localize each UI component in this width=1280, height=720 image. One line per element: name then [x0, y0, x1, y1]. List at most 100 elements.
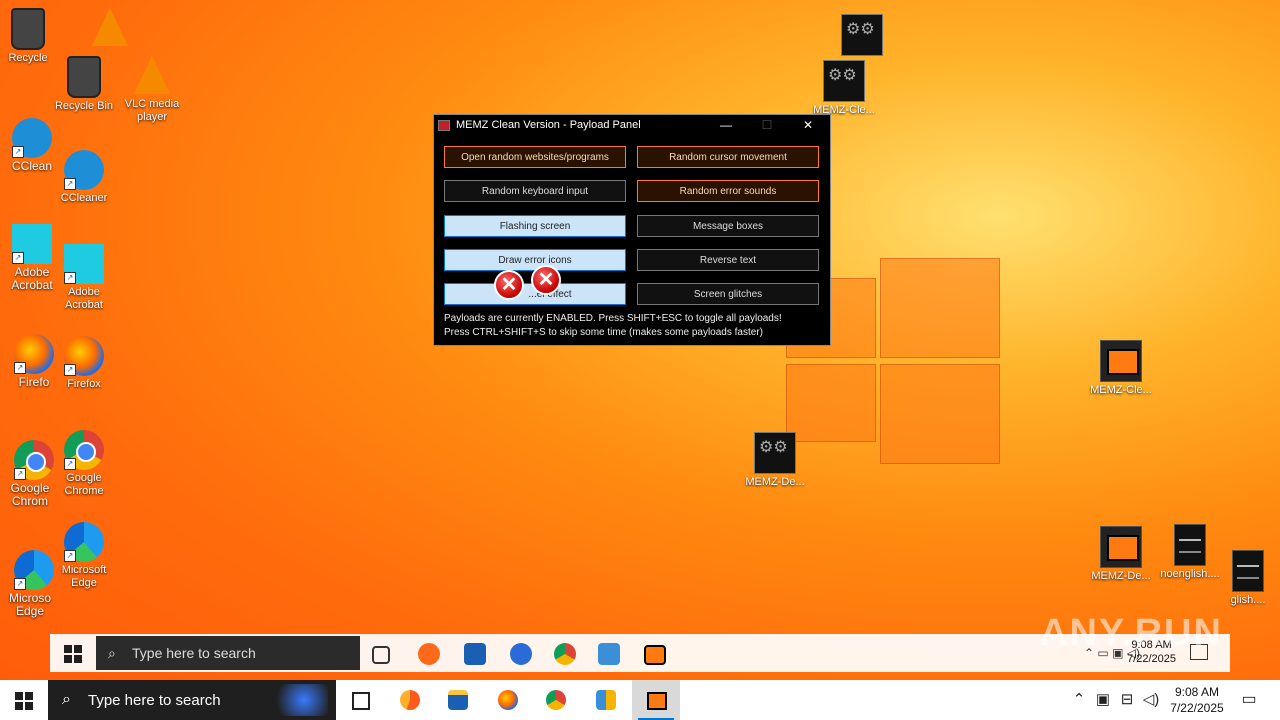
taskbar-clock[interactable]: 9:08 AM 7/22/2025: [1160, 684, 1234, 716]
chrome-icon: [546, 690, 566, 710]
chrome-icon: ↗: [64, 430, 104, 470]
volume-icon[interactable]: ◁): [1140, 680, 1162, 720]
desktop-icon-label: VLC media player: [124, 98, 180, 123]
desktop-icon-label: glish....: [1230, 594, 1266, 606]
desktop-icon-edge[interactable]: ↗ Microsoft Edge: [52, 522, 116, 590]
desktop-icon-memz-cle[interactable]: MEMZ-Cle...: [1089, 340, 1153, 397]
desktop-icon-memz-de-gear[interactable]: MEMZ-De...: [743, 432, 807, 489]
payload-random-error-sounds-button[interactable]: Random error sounds: [637, 180, 819, 202]
memz-icon: [647, 692, 667, 710]
desktop-icon-acrobat[interactable]: ↗ Adobe Acrobat: [52, 244, 116, 312]
recycle-bin-icon: [67, 56, 101, 98]
ghost-search-placeholder: Type here to search: [132, 645, 256, 661]
shortcut-arrow-icon: ↗: [14, 468, 26, 480]
desktop-icon-memz-cle-gear[interactable]: MEMZ-Cle...: [812, 60, 876, 117]
windows-start-icon: [15, 692, 33, 710]
ccleaner-icon: ↗: [12, 118, 52, 158]
desktop-icon-label: MEMZ-De...: [745, 476, 805, 488]
desktop-icon-label: Adobe Acrobat: [65, 286, 103, 311]
payload-message-boxes-button[interactable]: Message boxes: [637, 215, 819, 237]
desktop-icon-english[interactable]: glish....: [1216, 550, 1280, 607]
desktop-icon-memz-de[interactable]: MEMZ-De...: [1089, 526, 1153, 583]
payload-flashing-screen-button[interactable]: Flashing screen: [444, 215, 626, 237]
error-icon: ✕: [531, 265, 561, 295]
window-title: MEMZ Clean Version - Payload Panel: [456, 119, 641, 131]
shortcut-arrow-icon: ↗: [64, 458, 76, 470]
task-view-icon: [372, 646, 390, 664]
desktop-icon-label: Microsoft Edge: [61, 564, 107, 589]
payload-random-cursor-button[interactable]: Random cursor movement: [637, 146, 819, 168]
desktop-icon-memz-gear-top[interactable]: [830, 14, 894, 58]
recycle-bin-icon: [11, 8, 45, 50]
window-titlebar[interactable]: MEMZ Clean Version - Payload Panel — ☐ ✕: [434, 115, 830, 135]
taskbar-app[interactable]: [582, 680, 630, 720]
chrome-icon: [554, 643, 576, 665]
gear-icon: [754, 432, 796, 474]
ghost-search-box: ⌕ Type here to search: [96, 636, 360, 670]
edge-icon: [400, 690, 420, 710]
network-icon[interactable]: ⊟: [1116, 680, 1138, 720]
payload-reverse-text-button[interactable]: Reverse text: [637, 249, 819, 271]
shortcut-arrow-icon: ↗: [12, 146, 24, 158]
network-status-icon[interactable]: ▣: [1092, 680, 1114, 720]
start-button[interactable]: [0, 680, 48, 720]
taskbar-memz[interactable]: [632, 680, 680, 720]
desktop-icon-label: MEMZ-De...: [1091, 570, 1151, 582]
taskbar-search-box[interactable]: ⌕ Type here to search: [48, 680, 336, 720]
desktop-icon-noenglish[interactable]: noenglish....: [1158, 524, 1222, 581]
payload-screen-glitches-button[interactable]: Screen glitches: [637, 283, 819, 305]
desktop-icon-recycle-bin[interactable]: Recycle Bin: [52, 56, 116, 113]
desktop-icon-ccleaner[interactable]: ↗ CCleaner: [52, 150, 116, 205]
ccleaner-icon: ↗: [64, 150, 104, 190]
gear-icon: [823, 60, 865, 102]
shortcut-arrow-icon: ↗: [12, 252, 24, 264]
shortcut-arrow-icon: ↗: [64, 178, 76, 190]
firefox-icon: ↗: [64, 336, 104, 376]
desktop-icon-firefox[interactable]: ↗ Firefox: [52, 336, 116, 391]
memz-clean-icon: [1100, 340, 1142, 382]
search-placeholder: Type here to search: [88, 692, 221, 709]
memz-payload-panel-window[interactable]: MEMZ Clean Version - Payload Panel — ☐ ✕…: [433, 114, 831, 346]
edge-icon: ↗: [64, 522, 104, 562]
taskbar-file-explorer[interactable]: [434, 680, 482, 720]
memz-icon: [644, 645, 666, 665]
app-icon: [598, 643, 620, 665]
payload-random-keyboard-button[interactable]: Random keyboard input: [444, 180, 626, 202]
windows-start-icon: [64, 645, 84, 665]
chrome-icon: ↗: [14, 440, 54, 480]
shortcut-arrow-icon: ↗: [64, 550, 76, 562]
shortcut-arrow-icon: ↗: [64, 364, 76, 376]
gear-icon: [841, 14, 883, 56]
edge-icon: [418, 643, 440, 665]
app-icon: [596, 690, 616, 710]
taskbar-chrome[interactable]: [532, 680, 580, 720]
desktop-icon-label: noenglish....: [1160, 568, 1220, 580]
firefox-icon: [498, 690, 518, 710]
desktop-icon-vlc[interactable]: VLC media player: [120, 56, 184, 124]
maximize-button[interactable]: ☐: [747, 115, 787, 135]
payload-draw-error-icons-button[interactable]: Draw error icons: [444, 249, 626, 271]
document-icon: [1174, 524, 1206, 566]
minimize-button[interactable]: —: [706, 115, 746, 135]
firefox-icon: ↗: [14, 334, 54, 374]
search-icon: ⌕: [62, 691, 71, 708]
show-hidden-icons-button[interactable]: ⌃: [1068, 680, 1090, 720]
notification-icon[interactable]: ▭: [1234, 680, 1264, 720]
edge-icon: ↗: [14, 550, 54, 590]
task-view-icon: [352, 692, 370, 710]
desktop-icon-chrome[interactable]: ↗ Google Chrome: [52, 430, 116, 498]
close-button[interactable]: ✕: [788, 115, 828, 135]
taskbar-firefox[interactable]: [484, 680, 532, 720]
desktop-icon-label: CCleaner: [60, 192, 108, 204]
shortcut-arrow-icon: ↗: [14, 578, 26, 590]
shortcut-arrow-icon: ↗: [64, 272, 76, 284]
memz-app-icon: [438, 120, 450, 131]
payload-open-random-websites-button[interactable]: Open random websites/programs: [444, 146, 626, 168]
desktop-icon-recycle-bin-clipped[interactable]: Recycle: [0, 8, 60, 65]
desktop-icon-vlc-top[interactable]: [78, 8, 142, 48]
desktop-icon-label: Google Chrom: [10, 481, 50, 508]
desktop-icon-label: Recycle: [8, 52, 48, 64]
taskbar-edge[interactable]: [386, 680, 434, 720]
desktop-icon-label: Google Chrome: [64, 472, 104, 497]
task-view-button[interactable]: [336, 680, 384, 720]
